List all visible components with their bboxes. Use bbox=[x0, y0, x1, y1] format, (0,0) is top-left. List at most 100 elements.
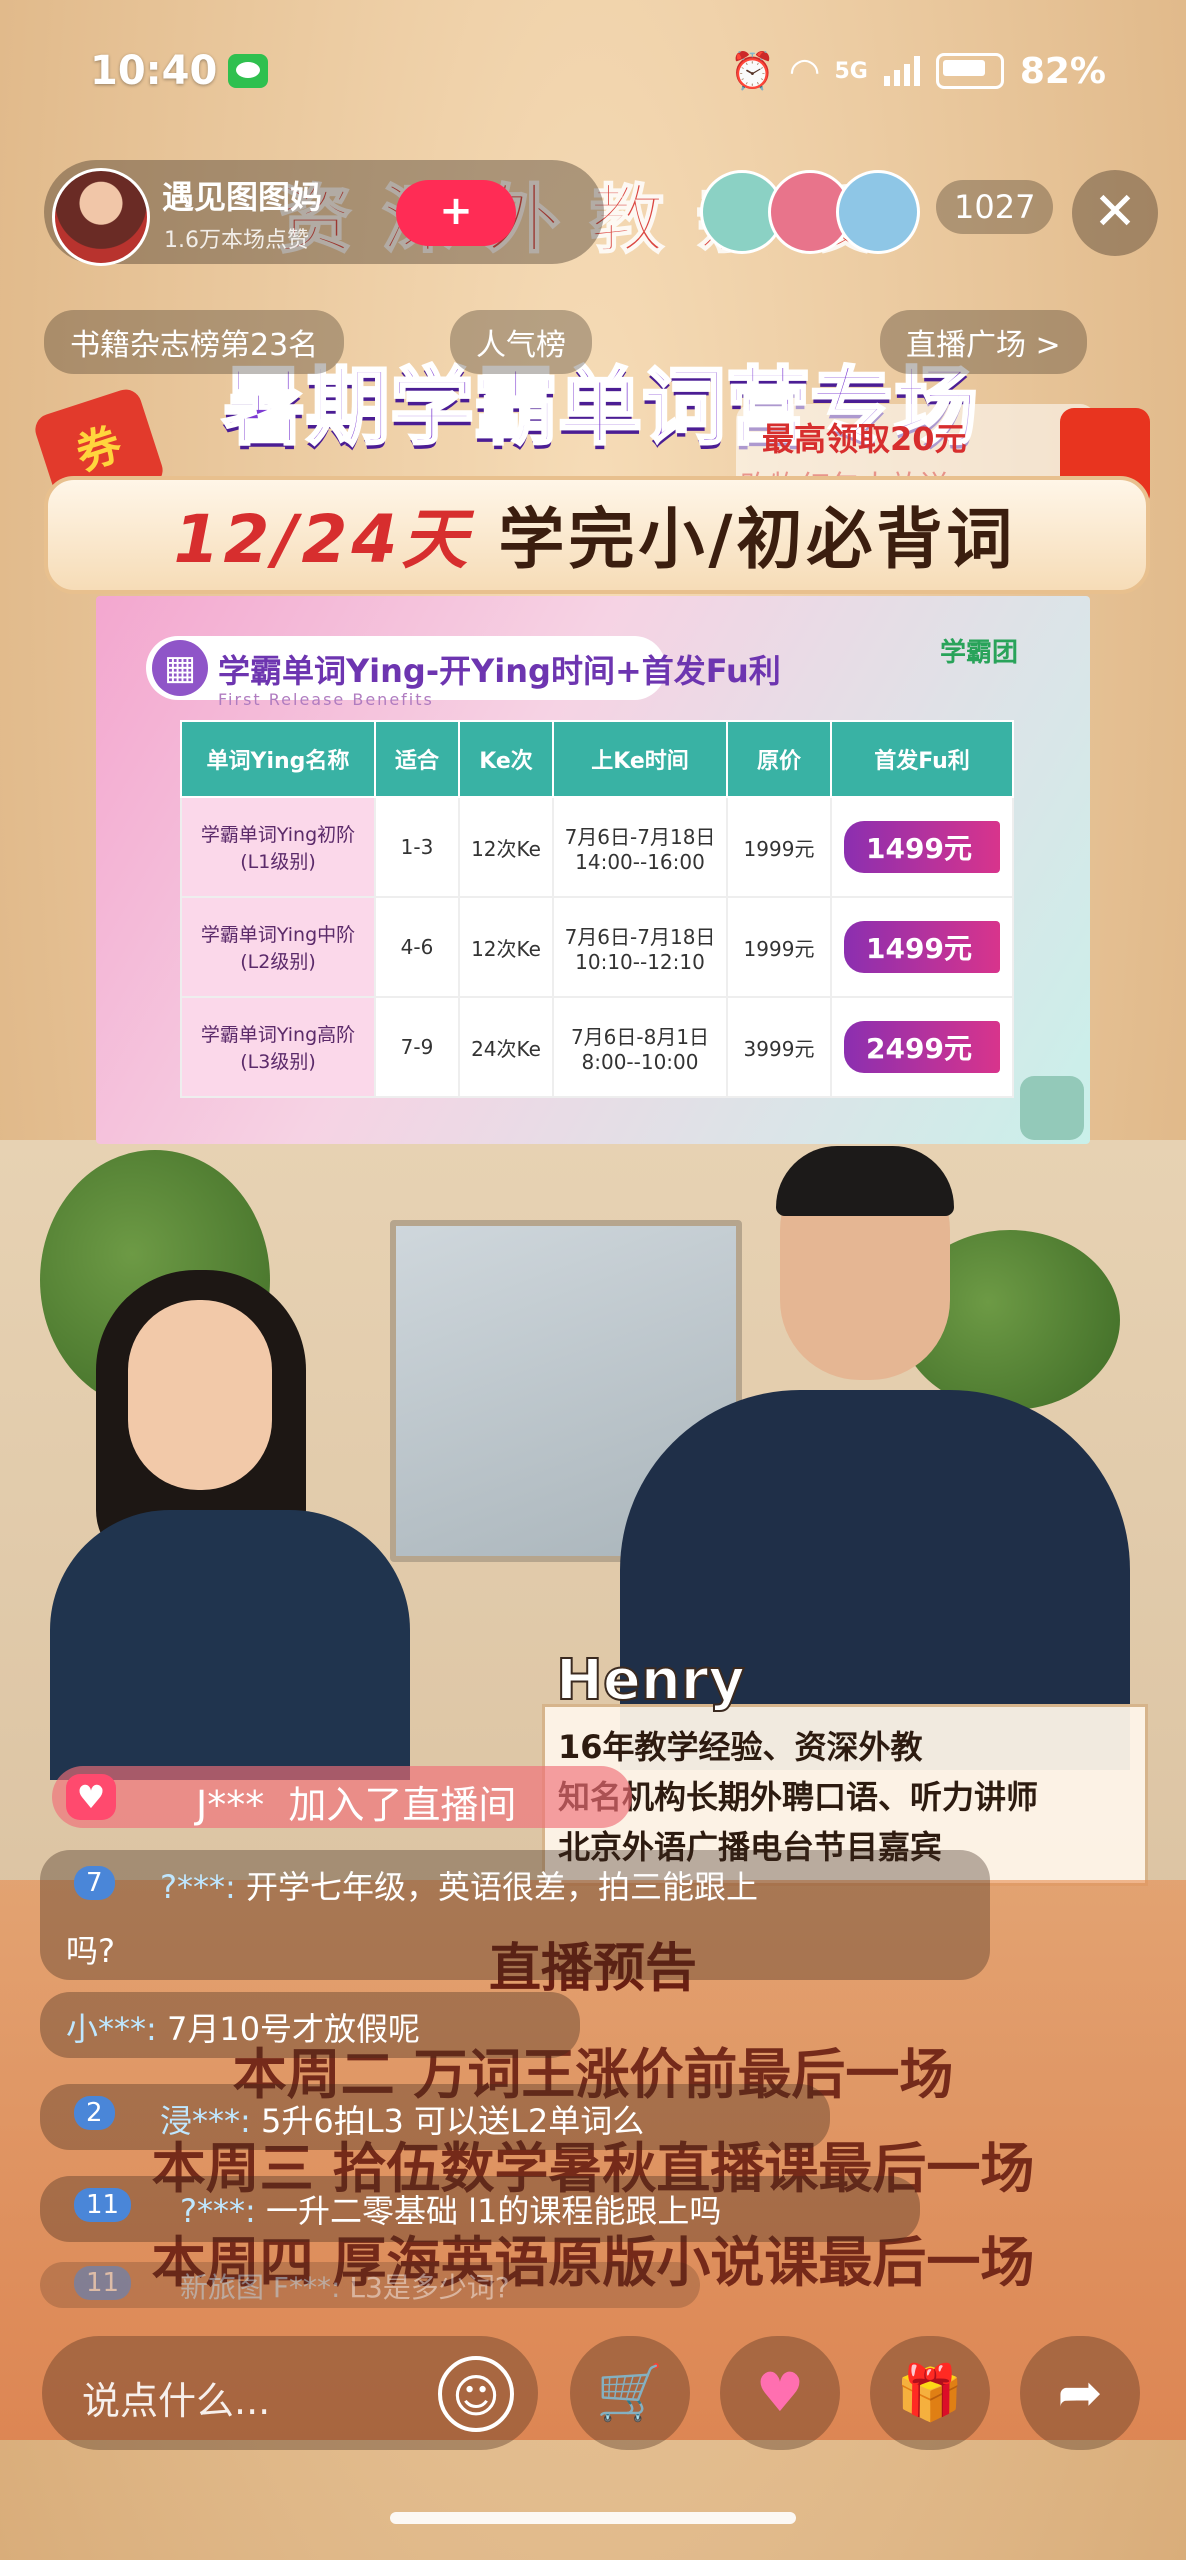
host-likes: 1.6万本场点赞 bbox=[164, 228, 309, 253]
chat-message-cont: 吗? bbox=[66, 1932, 115, 1970]
table-header-row: 单词Ying名称 适合 Ke次 上Ke时间 原价 首发Fu利 bbox=[180, 720, 1014, 798]
course-sessions: 12次Ke bbox=[458, 796, 554, 898]
course-grade: 1-3 bbox=[374, 796, 460, 898]
table-header: 上Ke时间 bbox=[552, 720, 728, 798]
host-avatar[interactable] bbox=[52, 168, 150, 266]
course-price: 3999元 bbox=[726, 996, 832, 1098]
chat-user: ?***: bbox=[180, 2192, 256, 2230]
network-type: 5G bbox=[834, 58, 868, 84]
chat-user: 小***: bbox=[66, 2010, 157, 2048]
course-price: 1999元 bbox=[726, 896, 832, 998]
close-button[interactable]: ✕ bbox=[1072, 170, 1158, 256]
home-indicator[interactable] bbox=[390, 2512, 796, 2524]
viewer-avatar[interactable] bbox=[836, 170, 920, 254]
schedule-title: 学霸单词Ying-开Ying时间+首发Fu利 bbox=[218, 652, 781, 690]
redpacket-amount: 最高领取20元 bbox=[762, 420, 967, 458]
presenter-woman bbox=[50, 1510, 410, 1780]
live-plaza-link[interactable]: 直播广场 > bbox=[880, 310, 1087, 374]
table-row: 学霸单词Ying高阶 (L3级别) 7-9 24次Ke 7月6日-8月1日 8:00… bbox=[180, 996, 1014, 1098]
chat-user: 新旅图 F***: bbox=[180, 2271, 341, 2304]
signal-icon bbox=[883, 56, 920, 86]
course-time: 7月6日-7月18日 10:10--12:10 bbox=[552, 896, 728, 998]
course-time: 7月6日-8月1日 8:00--10:00 bbox=[552, 996, 728, 1098]
table-header: 单词Ying名称 bbox=[180, 720, 376, 798]
course-level: (L3级别) bbox=[240, 1051, 316, 1073]
course-grade: 4-6 bbox=[374, 896, 460, 998]
user-level-badge: 2 bbox=[74, 2096, 115, 2130]
viewer-count[interactable]: 1027 bbox=[936, 180, 1054, 234]
user-level-badge: 7 bbox=[74, 1866, 115, 1900]
table-header: Ke次 bbox=[458, 720, 554, 798]
table-header: 适合 bbox=[374, 720, 460, 798]
user-level-badge: 11 bbox=[74, 2188, 132, 2222]
course-name-text: 学霸单词Ying高阶 bbox=[200, 1024, 356, 1046]
table-row: 学霸单词Ying中阶 (L2级别) 4-6 12次Ke 7月6日-7月18日 10:… bbox=[180, 896, 1014, 998]
course-grade: 7-9 bbox=[374, 996, 460, 1098]
presenter-woman-face bbox=[128, 1300, 272, 1490]
battery-icon bbox=[935, 53, 1004, 89]
course-dates: 7月6日-8月1日 bbox=[570, 1024, 710, 1049]
chat-user: 浸***: bbox=[160, 2102, 251, 2140]
schedule-table: 单词Ying名称 适合 Ke次 上Ke时间 原价 首发Fu利 学霸单词Ying初… bbox=[180, 720, 1014, 1098]
grid-icon: ▦ bbox=[152, 640, 208, 696]
teacher-name: Henry bbox=[555, 1647, 746, 1714]
join-text: J*** 加入了直播间 bbox=[196, 1774, 516, 1829]
course-name-text: 学霸单词Ying初阶 bbox=[200, 824, 356, 846]
chat-message-text: 小***: 7月10号才放假呢 bbox=[66, 2004, 420, 2050]
course-hours: 8:00--10:00 bbox=[581, 1049, 699, 1074]
course-level: (L2级别) bbox=[240, 951, 316, 973]
schedule-subtitle: First Release Benefits bbox=[218, 690, 434, 709]
heart-icon[interactable]: ♥ bbox=[720, 2336, 840, 2450]
course-dates: 7月6日-7月18日 bbox=[564, 924, 716, 949]
course-hours: 10:10--12:10 bbox=[575, 949, 705, 974]
viewer-avatars[interactable] bbox=[700, 170, 920, 254]
emoji-icon[interactable]: ☺ bbox=[438, 2356, 514, 2432]
presenter-man-hair bbox=[776, 1146, 954, 1216]
subtitle-rest: 学完小/初必背词 bbox=[471, 501, 1017, 578]
chat-message-text: ?***: 一升二零基础 l1的课程能跟上吗 bbox=[180, 2186, 721, 2232]
follow-button[interactable]: + bbox=[396, 180, 516, 246]
course-dates: 7月6日-7月18日 bbox=[564, 824, 716, 849]
chat-body: L3是多少词? bbox=[349, 2271, 510, 2304]
gift-icon[interactable]: 🎁 bbox=[870, 2336, 990, 2450]
chat-user: ?***: bbox=[160, 1868, 236, 1906]
course-promo: 2499元 bbox=[830, 996, 1014, 1098]
teacher-credential: 16年教学经验、资深外教 bbox=[558, 1728, 923, 1766]
chat-body: 5升6拍L3 可以送L2单词么 bbox=[260, 2102, 645, 2140]
table-header: 原价 bbox=[726, 720, 832, 798]
status-bar: 10:40 ⏰ ◠ 5G 82% bbox=[0, 40, 1186, 110]
banner-subtitle: 12/24天 学完小/初必背词 bbox=[60, 486, 1130, 582]
course-promo: 1499元 bbox=[830, 896, 1014, 998]
user-level-badge: 11 bbox=[74, 2266, 132, 2300]
promo-price-tag: 1499元 bbox=[844, 921, 1000, 973]
promo-price-tag: 2499元 bbox=[844, 1021, 1000, 1073]
course-name-text: 学霸单词Ying中阶 bbox=[200, 924, 356, 946]
course-name: 学霸单词Ying高阶 (L3级别) bbox=[180, 996, 376, 1098]
wifi-icon: ◠ bbox=[790, 50, 819, 92]
chat-body: 7月10号才放假呢 bbox=[166, 2010, 421, 2048]
chat-message-text: ?***: 开学七年级，英语很差，拍三能跟上 bbox=[160, 1862, 758, 1908]
heart-icon: ♥ bbox=[66, 1774, 116, 1820]
course-hours: 14:00--16:00 bbox=[575, 849, 705, 874]
cart-icon[interactable]: 🛒 bbox=[570, 2336, 690, 2450]
status-icons: ⏰ ◠ 5G 82% bbox=[730, 50, 1106, 93]
subtitle-highlight: 12/24天 bbox=[173, 501, 472, 578]
rank-tag[interactable]: 书籍杂志榜第23名 bbox=[44, 310, 345, 374]
chat-message-text: 新旅图 F***: L3是多少词? bbox=[180, 2266, 510, 2306]
host-name: 遇见图图妈 bbox=[162, 178, 323, 216]
course-sessions: 24次Ke bbox=[458, 996, 554, 1098]
popularity-tag[interactable]: 人气榜 bbox=[450, 310, 592, 374]
course-name: 学霸单词Ying初阶 (L1级别) bbox=[180, 796, 376, 898]
join-message: 加入了直播间 bbox=[288, 1783, 517, 1827]
wechat-icon bbox=[228, 54, 268, 88]
course-price: 1999元 bbox=[726, 796, 832, 898]
table-row: 学霸单词Ying初阶 (L1级别) 1-3 12次Ke 7月6日-7月18日 14:… bbox=[180, 796, 1014, 898]
promo-price-tag: 1499元 bbox=[844, 821, 1000, 873]
course-name: 学霸单词Ying中阶 (L2级别) bbox=[180, 896, 376, 998]
battery-percent: 82% bbox=[1019, 50, 1106, 92]
course-promo: 1499元 bbox=[830, 796, 1014, 898]
course-time: 7月6日-7月18日 14:00--16:00 bbox=[552, 796, 728, 898]
course-sessions: 12次Ke bbox=[458, 896, 554, 998]
chat-message-text: 浸***: 5升6拍L3 可以送L2单词么 bbox=[160, 2096, 644, 2142]
share-icon[interactable]: ➦ bbox=[1020, 2336, 1140, 2450]
